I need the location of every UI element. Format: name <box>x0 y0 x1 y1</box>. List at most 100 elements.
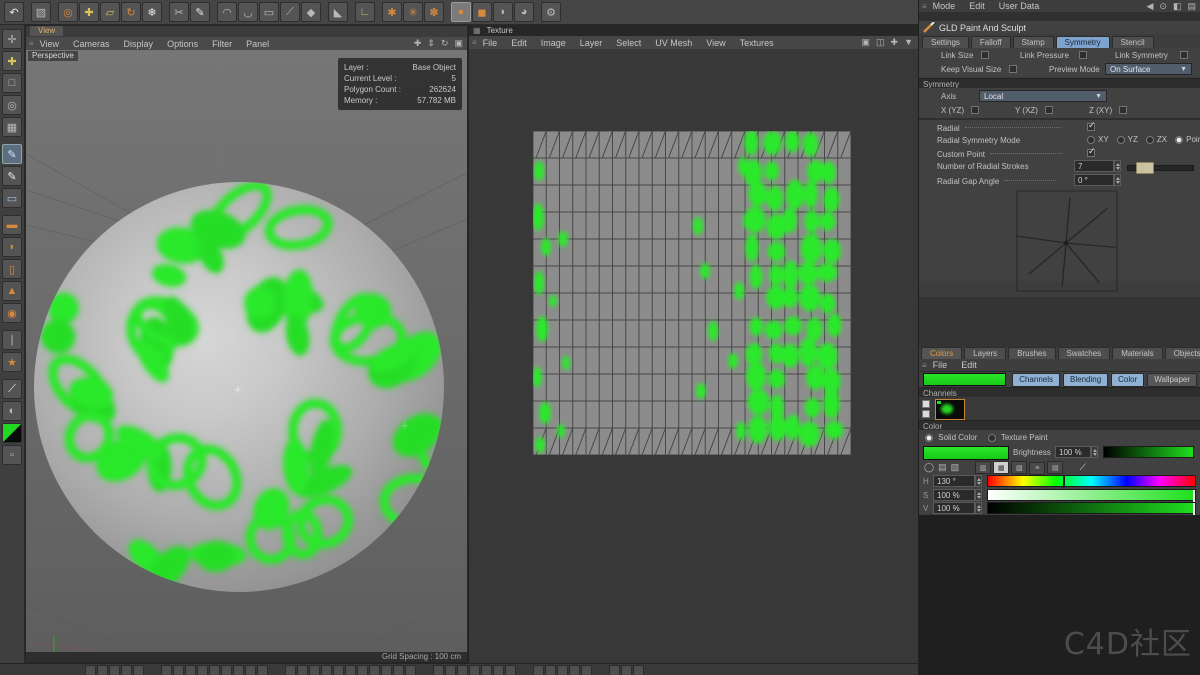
folder-icon[interactable]: ▱ <box>100 2 120 22</box>
texture-menu-select[interactable]: Select <box>616 38 641 48</box>
panel-grip-icon[interactable]: ≡ <box>29 39 34 48</box>
mask-tool-icon[interactable]: ◐ <box>2 401 22 421</box>
fit-image-icon[interactable]: ▣ <box>862 37 871 48</box>
custom-point-checkbox[interactable] <box>1087 149 1095 157</box>
texture-menu-uv-mesh[interactable]: UV Mesh <box>655 38 692 48</box>
bottom-tool-button[interactable] <box>85 665 96 675</box>
amplify-tool-icon[interactable]: ◉ <box>2 303 22 323</box>
value-slider[interactable] <box>987 502 1196 514</box>
bottom-tool-button[interactable] <box>457 665 468 675</box>
channel-visible-checkbox[interactable] <box>922 400 930 408</box>
hue-slider[interactable] <box>987 475 1196 487</box>
rotate-icon[interactable]: ↻ <box>121 2 141 22</box>
pan-view-icon[interactable]: ✚ <box>414 38 422 49</box>
zoom-tool-icon[interactable]: ◎ <box>2 95 22 115</box>
swatches-mode-icon[interactable]: ▤ <box>1047 461 1063 474</box>
knife-icon[interactable]: ✂ <box>169 2 189 22</box>
line-tool-icon[interactable]: | <box>2 330 22 350</box>
settings-tab-symmetry[interactable]: Symmetry <box>1056 36 1110 48</box>
texture-paint-radio[interactable] <box>988 434 996 442</box>
tile-view-icon[interactable]: ◫ <box>876 37 885 48</box>
color-spectrum-icon[interactable]: ▤ <box>938 462 947 472</box>
bottom-tool-button[interactable] <box>97 665 108 675</box>
viewport-tab[interactable]: View <box>30 26 63 36</box>
bottom-tool-button[interactable] <box>209 665 220 675</box>
link-size-checkbox[interactable] <box>981 51 989 59</box>
radial-strokes-spinner[interactable] <box>1114 160 1121 172</box>
texture-menu-layer[interactable]: Layer <box>580 38 603 48</box>
plane-y-checkbox[interactable] <box>1045 106 1053 114</box>
link-symmetry-checkbox[interactable] <box>1180 51 1188 59</box>
bottom-tool-button[interactable] <box>557 665 568 675</box>
magnet-tool-icon[interactable]: ✱ <box>382 2 402 22</box>
scrape-tool-icon[interactable]: ⟋ <box>280 2 300 22</box>
texture-menu-image[interactable]: Image <box>541 38 566 48</box>
radial-gap-angle-spinner[interactable] <box>1114 174 1121 186</box>
panel-options-icon[interactable]: ▤ <box>1187 1 1196 12</box>
add-point-icon[interactable]: ✚ <box>79 2 99 22</box>
wax-tool-icon[interactable]: ◗ <box>2 237 22 257</box>
roller-tool-icon[interactable]: ▯ <box>2 259 22 279</box>
blending-button[interactable]: Blending <box>1063 373 1108 387</box>
bottom-tool-button[interactable] <box>357 665 368 675</box>
sphere-primitive-icon[interactable]: ● <box>451 2 471 22</box>
draw-brush-icon[interactable]: ✎ <box>2 166 22 186</box>
repel-tool-icon[interactable]: ✽ <box>424 2 444 22</box>
brightness-spinner[interactable] <box>1091 446 1098 458</box>
color-button[interactable]: Color <box>1111 373 1144 387</box>
viewport-menu-panel[interactable]: Panel <box>246 39 269 49</box>
texture-menu-textures[interactable]: Textures <box>740 38 774 48</box>
hsv-mode-icon[interactable]: ▦ <box>993 461 1009 474</box>
viewport-menu-options[interactable]: Options <box>167 39 198 49</box>
kelvin-mode-icon[interactable]: ▧ <box>1011 461 1027 474</box>
bottom-tool-button[interactable] <box>345 665 356 675</box>
panel-grip-icon[interactable]: ≡ <box>922 361 927 370</box>
saturation-field[interactable]: 100 % <box>933 489 975 501</box>
viewport-menu-display[interactable]: Display <box>124 39 154 49</box>
settings-tab-falloff[interactable]: Falloff <box>971 36 1011 48</box>
color-wheel-icon[interactable]: ◯ <box>924 462 934 472</box>
plane-z-checkbox[interactable] <box>1119 106 1127 114</box>
bottom-tool-button[interactable] <box>333 665 344 675</box>
flatten-tool-icon[interactable]: ▭ <box>259 2 279 22</box>
bottom-tool-button[interactable] <box>469 665 480 675</box>
sculpt-brush-icon[interactable]: ✎ <box>2 144 22 164</box>
saturation-spinner[interactable] <box>975 489 982 501</box>
bottom-tool-button[interactable] <box>609 665 620 675</box>
fill-tool-icon[interactable]: ◆ <box>301 2 321 22</box>
uv-mesh-grid[interactable] <box>533 131 851 455</box>
rgb-mode-icon[interactable]: ▥ <box>975 461 991 474</box>
star-stamp-icon[interactable]: ★ <box>2 352 22 372</box>
brush-stroke-icon[interactable]: ▨ <box>31 2 51 22</box>
solid-color-radio[interactable] <box>925 434 933 442</box>
bottom-tool-button[interactable] <box>481 665 492 675</box>
bottom-tool-button[interactable] <box>505 665 516 675</box>
bottom-tool-button[interactable] <box>621 665 632 675</box>
axis-dropdown[interactable]: Local▼ <box>979 90 1107 102</box>
attribute-menu-edit[interactable]: Edit <box>969 1 985 11</box>
settings-tab-stamp[interactable]: Stamp <box>1013 36 1054 48</box>
inflate-tool-icon[interactable]: ▲ <box>2 281 22 301</box>
mixer-mode-icon[interactable]: ≡ <box>1029 462 1045 475</box>
attract-tool-icon[interactable]: ✳ <box>403 2 423 22</box>
material-tab-brushes[interactable]: Brushes <box>1008 347 1055 359</box>
radial-strokes-field[interactable]: 7 <box>1074 160 1114 172</box>
hue-spinner[interactable] <box>975 475 982 487</box>
dolly-view-icon[interactable]: ⇕ <box>427 38 435 49</box>
bottom-tool-button[interactable] <box>121 665 132 675</box>
bottom-tool-button[interactable] <box>185 665 196 675</box>
mini-option-icon[interactable]: ▫ <box>2 445 22 465</box>
brightness-field[interactable]: 100 % <box>1055 446 1091 458</box>
bottom-tool-button[interactable] <box>493 665 504 675</box>
colors-menu-file[interactable]: File <box>933 360 948 370</box>
bottom-tool-button[interactable] <box>405 665 416 675</box>
link-pressure-checkbox[interactable] <box>1079 51 1087 59</box>
bottom-tool-button[interactable] <box>173 665 184 675</box>
hue-field[interactable]: 130 ° <box>933 475 975 487</box>
brightness-color-swatch[interactable] <box>923 446 1009 460</box>
channel-thumbnail[interactable] <box>935 399 965 420</box>
bottom-tool-button[interactable] <box>233 665 244 675</box>
object-name[interactable]: GLD Paint And Sculpt <box>939 23 1026 33</box>
bottom-tool-button[interactable] <box>569 665 580 675</box>
radial-checkbox[interactable] <box>1087 123 1095 131</box>
